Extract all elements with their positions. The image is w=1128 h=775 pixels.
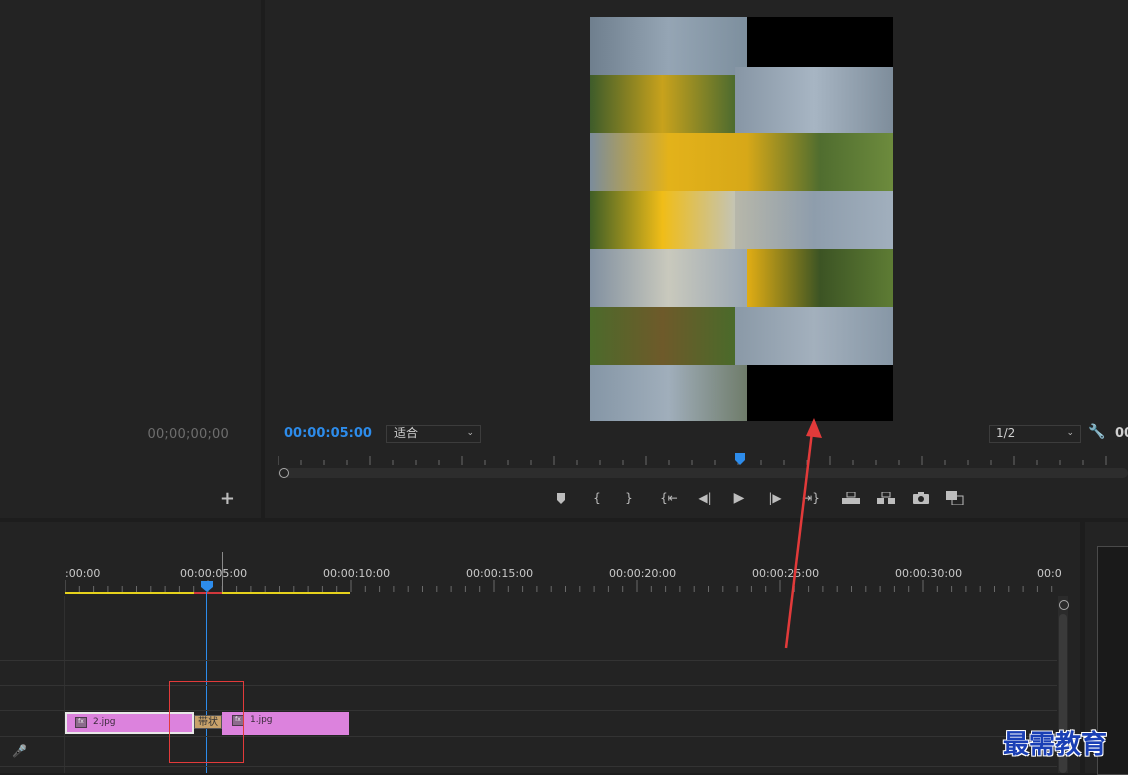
- chevron-down-icon: ⌄: [1066, 428, 1074, 438]
- ruler-label: 00:00:20:00: [609, 567, 677, 580]
- wrench-icon[interactable]: 🔧: [1088, 424, 1105, 440]
- timeline-panel: :00:00 00:00:05:00 00:00:10:00 00:00:15:00 0…: [0, 522, 1080, 773]
- clip-label: 2.jpg: [93, 717, 116, 727]
- extract-icon[interactable]: [875, 488, 897, 508]
- zoom-level-select[interactable]: 适合 ⌄: [386, 425, 481, 443]
- ruler-label: 00:00:05:00: [180, 567, 248, 580]
- ruler-label: :00:00: [65, 567, 101, 580]
- program-zoom-scrollbar[interactable]: [278, 468, 1128, 478]
- go-to-in-icon[interactable]: {⇤: [658, 488, 680, 508]
- step-back-icon[interactable]: ◀|: [694, 488, 716, 508]
- chevron-down-icon: ⌄: [466, 428, 474, 438]
- ruler-label: 00:0: [1037, 567, 1062, 580]
- track-divider: [0, 685, 1057, 686]
- microphone-icon[interactable]: 🎤: [12, 744, 27, 758]
- clip-label: 1.jpg: [250, 715, 273, 725]
- edit-point-marker: [222, 552, 223, 594]
- zoom-handle[interactable]: [1059, 600, 1069, 610]
- zoom-level-value: 适合: [394, 426, 419, 440]
- program-mini-ruler[interactable]: [278, 455, 1128, 467]
- comparison-view-icon[interactable]: [944, 488, 966, 508]
- fx-badge: fx: [75, 717, 87, 728]
- track-divider: [0, 710, 1057, 711]
- time-ruler[interactable]: :00:00 00:00:05:00 00:00:10:00 00:00:15:00 0…: [0, 567, 1080, 581]
- resolution-value: 1/2: [996, 426, 1016, 440]
- program-duration-timecode: 00: [1115, 426, 1128, 441]
- mark-out-icon[interactable]: }: [618, 488, 640, 508]
- timeline-playhead[interactable]: [201, 581, 213, 592]
- add-button[interactable]: +: [220, 488, 235, 509]
- annotation-highlight-box: [169, 681, 244, 763]
- add-marker-icon[interactable]: [550, 488, 572, 508]
- play-icon[interactable]: ▶: [728, 488, 750, 508]
- annotation-arrow: [784, 418, 822, 649]
- render-bar-red: [194, 592, 222, 594]
- program-timecode[interactable]: 00:00:05:00: [284, 426, 372, 441]
- ruler-label: 00:00:30:00: [895, 567, 963, 580]
- track-divider: [0, 660, 1057, 661]
- track-divider: [0, 766, 1057, 767]
- program-playhead[interactable]: [735, 453, 745, 465]
- ruler-label: 00:00:15:00: [466, 567, 534, 580]
- watermark-logo: 最需教育: [1003, 730, 1108, 760]
- source-timecode[interactable]: 00;00;00;00: [147, 427, 229, 442]
- lift-icon[interactable]: [840, 488, 862, 508]
- source-monitor-panel: 00;00;00;00 +: [0, 0, 261, 518]
- ruler-label: 00:00:10:00: [323, 567, 391, 580]
- program-monitor-panel: 00:00:05:00 适合 ⌄ 1/2 ⌄ 🔧 00 { } {⇤ ◀| ▶ …: [265, 0, 1128, 518]
- program-video-frame: [590, 17, 893, 421]
- track-divider: [0, 736, 1057, 737]
- playback-resolution-select[interactable]: 1/2 ⌄: [989, 425, 1081, 443]
- export-frame-icon[interactable]: [910, 488, 932, 508]
- zoom-handle[interactable]: [279, 468, 289, 478]
- mark-in-icon[interactable]: {: [586, 488, 608, 508]
